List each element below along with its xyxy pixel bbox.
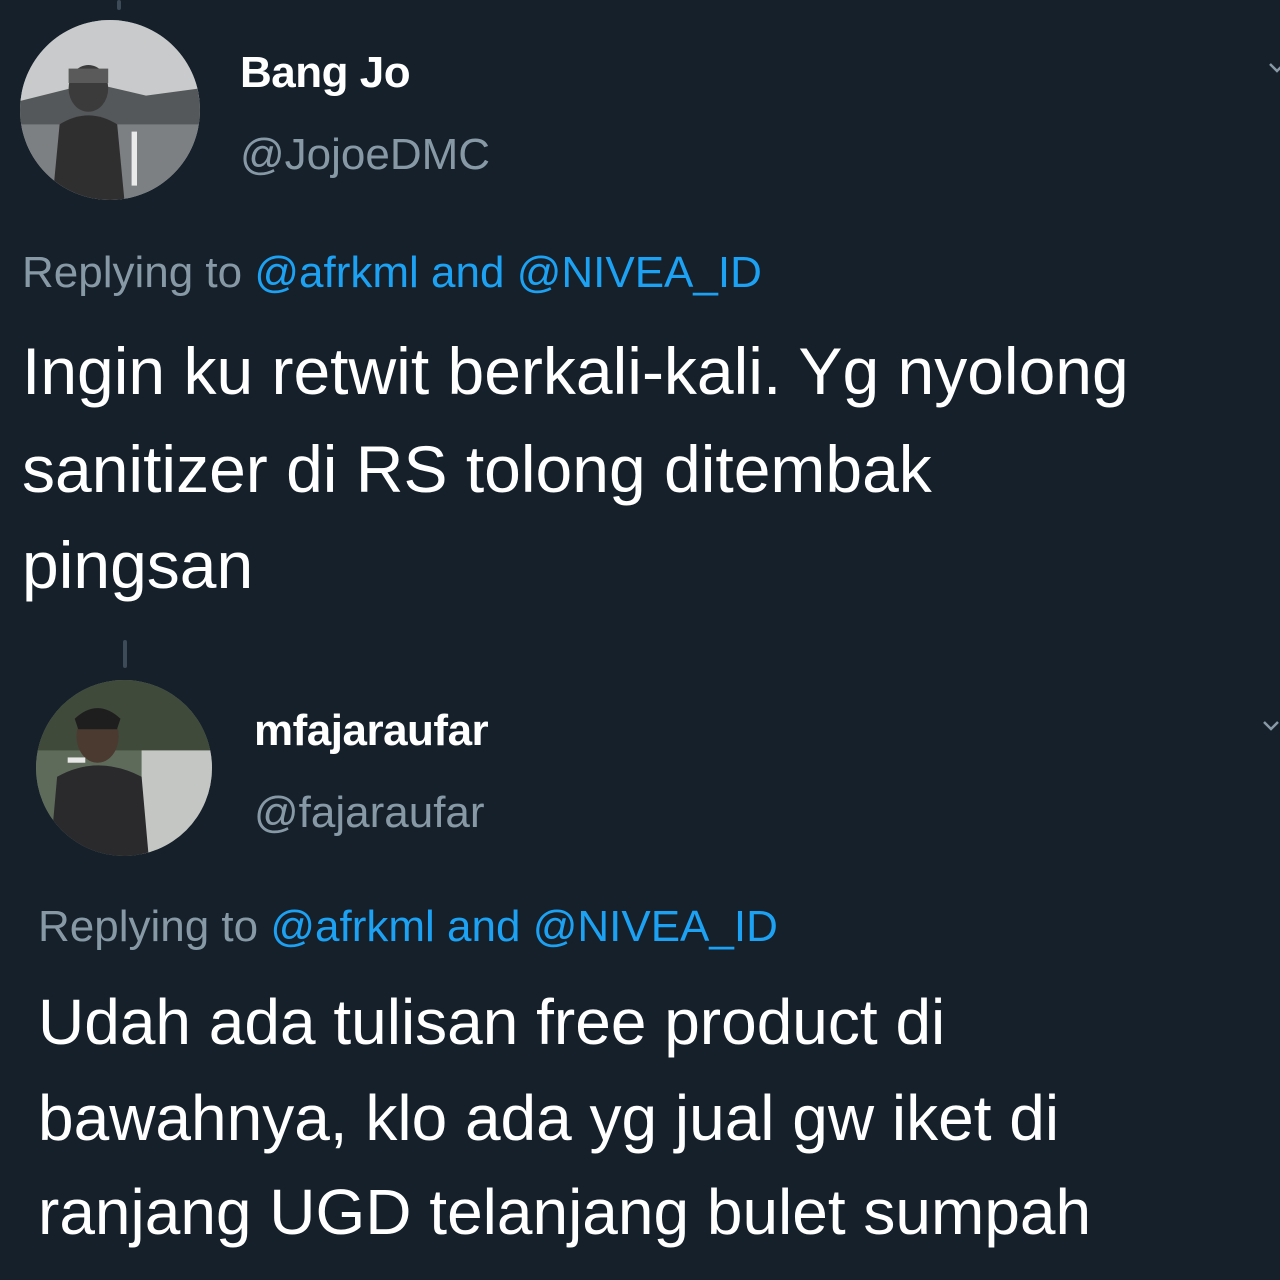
replying-to: Replying to @afrkml and @NIVEA_ID — [38, 902, 778, 952]
tweet-text-line: Udah ada tulisan free product di — [38, 986, 946, 1058]
display-name[interactable]: Bang Jo — [240, 48, 411, 98]
mention-and: and — [418, 248, 517, 297]
mention-link[interactable]: @NIVEA_ID — [517, 248, 762, 297]
display-name[interactable]: mfajaraufar — [254, 706, 489, 756]
reply-prefix: Replying to — [22, 248, 255, 297]
tweet-text-line: bawahnya, klo ada yg jual gw iket di — [38, 1082, 1060, 1154]
tweet-1[interactable]: Bang Jo @JojoeDMC Replying to @afrkml an… — [0, 0, 1280, 620]
mention-link[interactable]: @NIVEA_ID — [533, 902, 778, 951]
mention-link[interactable]: @afrkml — [254, 248, 418, 297]
mention-and: and — [434, 902, 533, 951]
tweet-2[interactable]: mfajaraufar @fajaraufar Replying to @afr… — [0, 660, 1280, 1280]
user-handle[interactable]: @JojoeDMC — [240, 130, 490, 180]
mention-link[interactable]: @afrkml — [270, 902, 434, 951]
avatar[interactable] — [36, 680, 212, 856]
avatar[interactable] — [20, 20, 200, 200]
tweet-text-line: sanitizer di RS tolong ditembak — [22, 432, 932, 506]
chevron-down-icon[interactable] — [1260, 714, 1280, 736]
chevron-down-icon[interactable] — [1266, 56, 1280, 78]
user-photo-icon — [20, 20, 200, 200]
tweet-text-line: pingsan — [22, 528, 254, 602]
reply-prefix: Replying to — [38, 902, 271, 951]
replying-to: Replying to @afrkml and @NIVEA_ID — [22, 248, 762, 298]
tweet-text-line: Ingin ku retwit berkali-kali. Yg nyolong — [22, 334, 1129, 408]
user-photo-icon — [36, 680, 212, 856]
tweet-text-line: ranjang UGD telanjang bulet sumpah — [38, 1176, 1092, 1248]
user-handle[interactable]: @fajaraufar — [254, 788, 485, 838]
